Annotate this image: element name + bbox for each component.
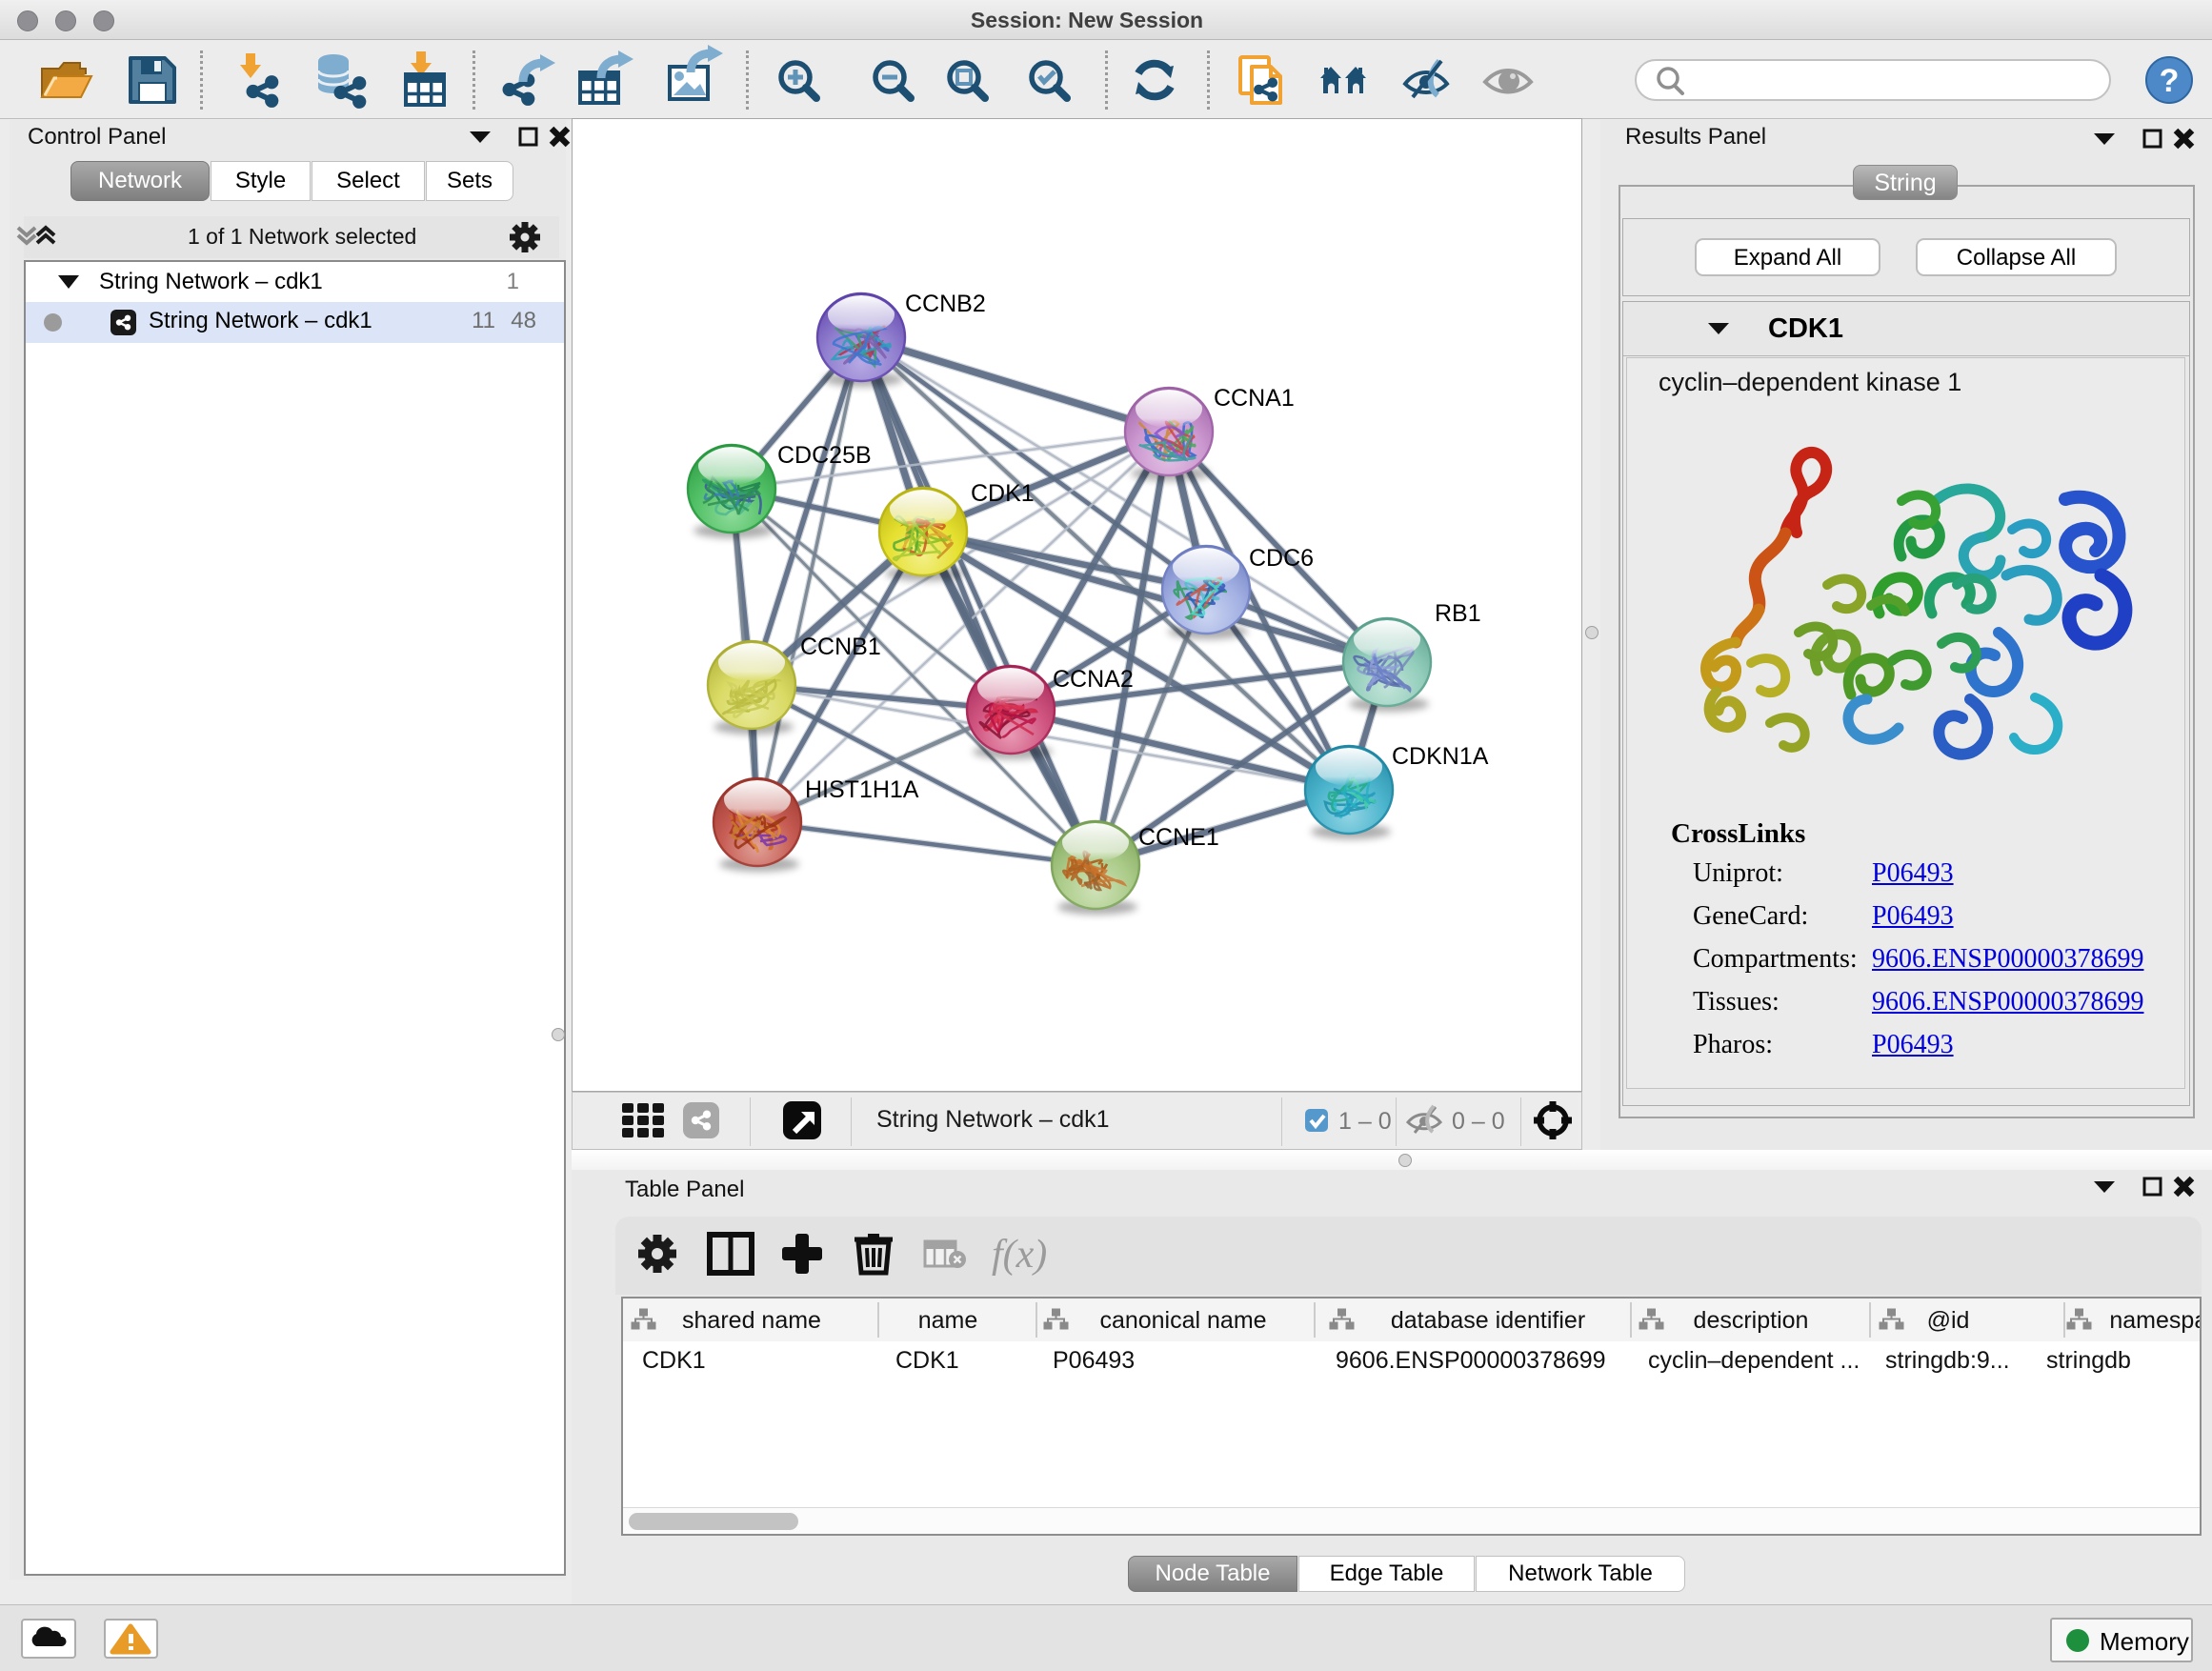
svg-text:stringdb: stringdb	[2046, 1347, 2131, 1374]
svg-text:RB1: RB1	[1435, 600, 1481, 627]
svg-text:canonical name: canonical name	[1099, 1307, 1266, 1334]
svg-text:cyclin–dependent ...: cyclin–dependent ...	[1648, 1347, 1860, 1374]
svg-text:CCNB2: CCNB2	[905, 291, 986, 317]
svg-text:CDK1: CDK1	[971, 480, 1035, 507]
svg-text:namespace: namespace	[2109, 1307, 2200, 1334]
svg-text:CCNA2: CCNA2	[1053, 666, 1134, 693]
svg-text:CDC25B: CDC25B	[777, 442, 872, 469]
svg-text:HIST1H1A: HIST1H1A	[805, 776, 919, 803]
svg-text:description: description	[1694, 1307, 1809, 1334]
svg-text:P06493: P06493	[1053, 1347, 1135, 1374]
svg-text:stringdb:9...: stringdb:9...	[1885, 1347, 2010, 1374]
svg-text:9606.ENSP00000378699: 9606.ENSP00000378699	[1336, 1347, 1606, 1374]
svg-text:name: name	[918, 1307, 978, 1334]
svg-text:database identifier: database identifier	[1391, 1307, 1585, 1334]
svg-text:CCNE1: CCNE1	[1138, 824, 1219, 851]
svg-text:CCNA1: CCNA1	[1214, 385, 1295, 412]
svg-text:f(x): f(x)	[992, 1233, 1047, 1277]
svg-text:CDC6: CDC6	[1249, 545, 1314, 572]
svg-text:?: ?	[2160, 63, 2180, 99]
svg-text:CDK1: CDK1	[895, 1347, 959, 1374]
svg-text:CDKN1A: CDKN1A	[1392, 743, 1489, 770]
svg-text:@id: @id	[1927, 1307, 1970, 1334]
svg-text:shared name: shared name	[682, 1307, 821, 1334]
svg-text:CDK1: CDK1	[642, 1347, 706, 1374]
svg-text:CCNB1: CCNB1	[800, 634, 881, 660]
